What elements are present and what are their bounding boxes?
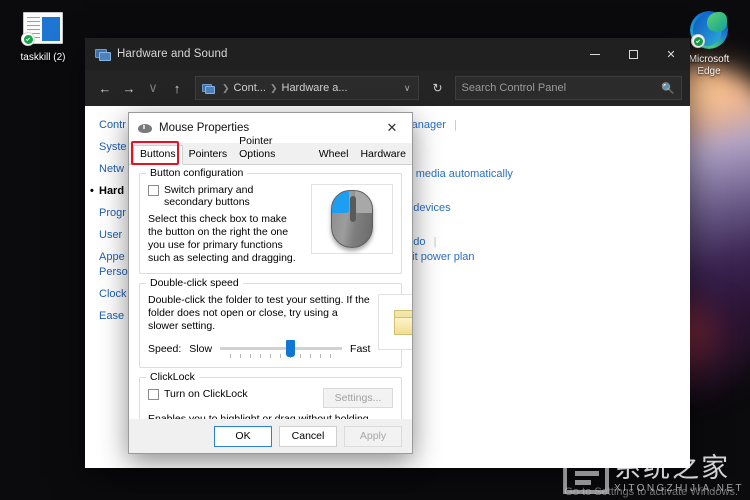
apply-button: Apply — [344, 425, 402, 447]
close-button[interactable]: ✕ — [652, 38, 690, 70]
double-click-speed-slider[interactable] — [220, 339, 343, 359]
search-control-panel-box[interactable]: 🔍 — [454, 76, 682, 100]
group-double-click-speed: Double-click speed Double-click the fold… — [139, 277, 412, 368]
window-toolbar: ← → ∨ ↑ ❯ Cont... ❯ Hardware a... ∨ ↻ 🔍 — [85, 70, 690, 106]
folder-preview-image[interactable] — [378, 294, 412, 350]
search-icon: 🔍 — [661, 82, 675, 95]
mouse-preview-image — [311, 184, 393, 254]
window-controls: ✕ — [576, 38, 690, 70]
dialog-tabstrip: Buttons Pointers Pointer Options Wheel H… — [129, 135, 412, 165]
dialog-footer: OK Cancel Apply — [129, 419, 412, 453]
forward-button[interactable]: → — [117, 75, 141, 101]
slider-thumb[interactable] — [286, 340, 296, 357]
back-button[interactable]: ← — [93, 75, 117, 101]
watermark-url-text: XITONGZHIJIA.NET — [614, 483, 744, 494]
clicklock-label: Turn on ClickLock — [164, 388, 248, 400]
tab-hardware[interactable]: Hardware — [354, 146, 412, 164]
switch-buttons-label: Switch primary and secondary buttons — [164, 184, 254, 208]
desktop-icon-label: taskkill (2) — [20, 52, 66, 63]
speed-label: Speed: — [148, 343, 182, 355]
group-legend: Button configuration — [146, 167, 248, 179]
double-click-description: Double-click the folder to test your set… — [148, 294, 370, 332]
desktop: taskkill (2) Microsoft Edge Hardware and… — [0, 0, 750, 500]
window-title: Hardware and Sound — [117, 48, 228, 60]
chevron-down-icon[interactable]: ∨ — [404, 83, 414, 94]
switch-buttons-checkbox-row[interactable]: Switch primary and secondary buttons — [148, 184, 303, 208]
breadcrumb-separator: ❯ — [269, 82, 278, 93]
control-panel-icon — [202, 83, 215, 94]
mouse-icon — [138, 123, 152, 133]
activate-windows-notice: Go to Settings to activate Windows. — [564, 486, 738, 498]
maximize-button[interactable] — [614, 38, 652, 70]
cancel-button[interactable]: Cancel — [279, 425, 337, 447]
tab-wheel[interactable]: Wheel — [313, 146, 355, 164]
button-configuration-description: Select this check box to make the button… — [148, 213, 296, 264]
tab-buttons[interactable]: Buttons — [133, 145, 183, 165]
switch-buttons-checkbox[interactable] — [148, 185, 159, 196]
sync-ok-badge — [21, 32, 35, 46]
group-button-configuration: Button configuration Switch primary and … — [139, 167, 402, 274]
search-input[interactable] — [461, 82, 662, 94]
desktop-icon-taskkill[interactable]: taskkill (2) — [6, 6, 80, 64]
tab-pointers[interactable]: Pointers — [183, 146, 234, 164]
clicklock-checkbox-row[interactable]: Turn on ClickLock Settings... — [148, 388, 393, 408]
breadcrumb-separator: ❯ — [222, 82, 230, 93]
link-separator: | — [453, 119, 457, 131]
ok-button[interactable]: OK — [214, 425, 272, 447]
tab-pointer-options[interactable]: Pointer Options — [233, 133, 313, 164]
breadcrumb-item-hardware[interactable]: Hardware a... — [282, 82, 348, 94]
sync-ok-badge — [691, 34, 705, 48]
mouse-properties-dialog: Mouse Properties ✕ Buttons Pointers Poin… — [128, 112, 413, 454]
refresh-icon[interactable]: ↻ — [427, 81, 449, 95]
clicklock-settings-button[interactable]: Settings... — [323, 388, 393, 408]
up-button[interactable]: ↑ — [165, 75, 189, 101]
recent-locations-button[interactable]: ∨ — [141, 75, 165, 101]
control-panel-icon — [95, 48, 111, 61]
breadcrumb-item-control-panel[interactable]: Cont... — [234, 82, 266, 94]
group-legend: Double-click speed — [146, 277, 243, 289]
link-separator: | — [433, 236, 437, 248]
address-bar[interactable]: ❯ Cont... ❯ Hardware a... ∨ — [195, 76, 419, 100]
dialog-content-buttons-tab: Button configuration Switch primary and … — [129, 165, 412, 419]
window-titlebar: Hardware and Sound ✕ — [85, 38, 690, 70]
clicklock-checkbox[interactable] — [148, 389, 159, 400]
group-legend: ClickLock — [146, 371, 199, 383]
group-clicklock: ClickLock Turn on ClickLock Settings... … — [139, 371, 402, 419]
dialog-close-button[interactable]: ✕ — [372, 113, 412, 143]
slow-label: Slow — [189, 343, 213, 355]
clicklock-description: Enables you to highlight or drag without… — [148, 413, 369, 419]
text-document-icon — [6, 6, 80, 50]
minimize-button[interactable] — [576, 38, 614, 70]
fast-label: Fast — [350, 343, 371, 355]
